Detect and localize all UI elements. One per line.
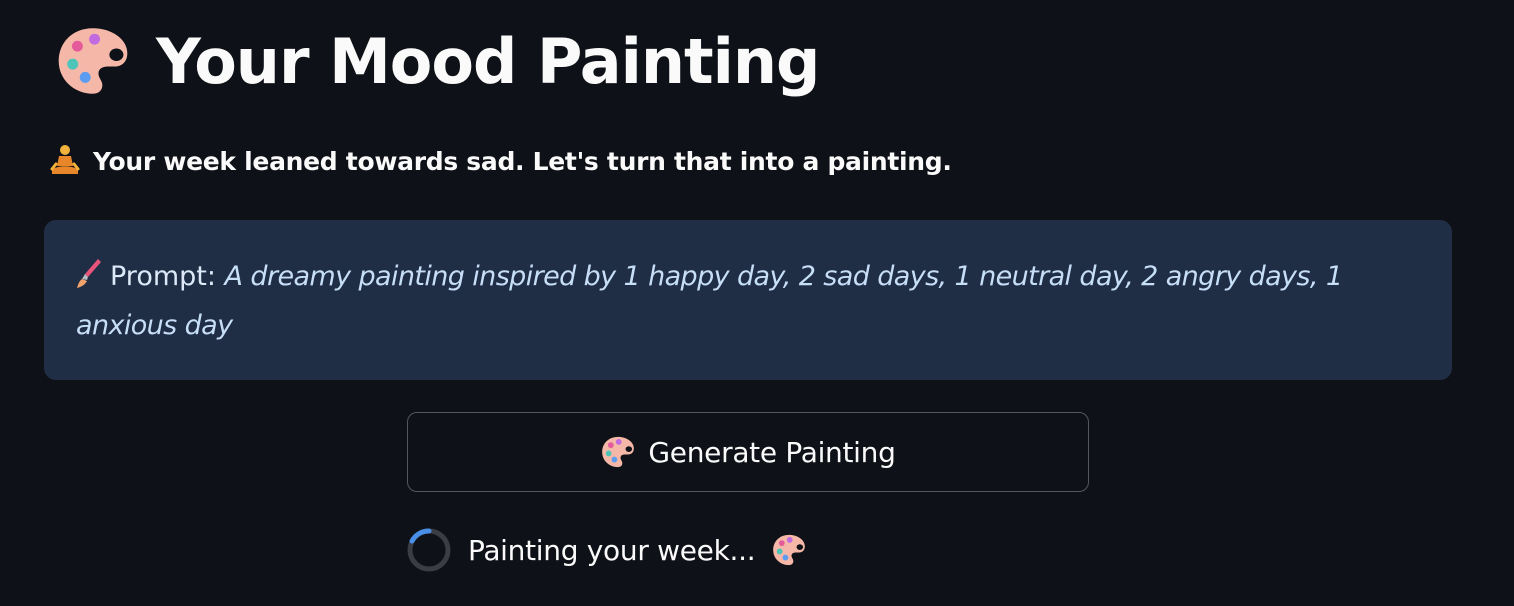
palette-icon [773,534,806,566]
prompt-value: A dreamy painting inspired by 1 happy da… [76,261,1343,341]
palette-icon [58,28,128,94]
paintbrush-icon [77,259,101,288]
mood-painting-page: Your Mood Painting Your week leaned towa… [0,0,1514,606]
mood-summary: Your week leaned towards sad. Let's turn… [50,144,952,178]
summary-text: Your week leaned towards sad. Let's turn… [93,146,952,176]
loading-spinner-icon [407,528,451,572]
header: Your Mood Painting [54,22,820,100]
page-title: Your Mood Painting [156,24,820,98]
prompt-label: Prompt: [110,261,225,292]
status-text: Painting your week... [468,533,756,567]
generate-button-label: Generate Painting [648,435,896,469]
loading-status: Painting your week... [406,527,807,573]
prompt-text: Prompt: A dreamy painting inspired by 1 … [76,252,1420,350]
palette-icon [602,436,635,468]
meditating-person-icon [50,145,80,174]
prompt-info-box: Prompt: A dreamy painting inspired by 1 … [44,220,1452,380]
generate-painting-button[interactable]: Generate Painting [407,412,1089,492]
